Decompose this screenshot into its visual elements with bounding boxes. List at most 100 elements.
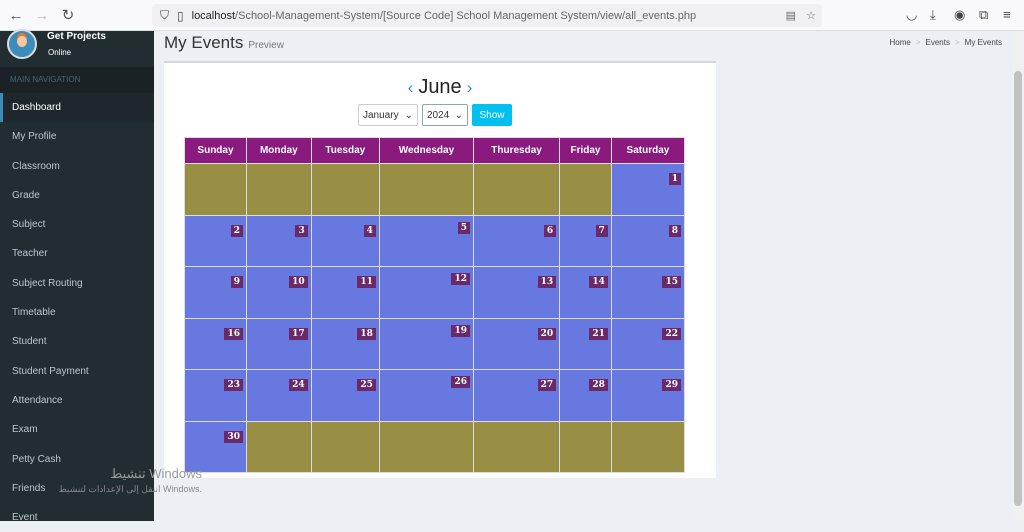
activation-watermark: تنشيط Windows [110,466,202,481]
day-number: 8 [668,224,681,237]
day-number: 29 [662,379,681,391]
day-cell[interactable]: 5 [378,214,475,267]
day-header-monday: Monday [245,137,312,164]
extensions-icon[interactable]: ⧉ [979,7,988,23]
page-title: My Events Preview [164,33,284,52]
day-cell[interactable]: 18 [310,317,380,370]
calendar-box: ‹ June › January ⌄ 2024 ⌄ Show Sunday Monday T… [164,61,716,478]
day-cell[interactable]: 2 [184,214,247,267]
day-cell[interactable]: 30 [184,420,247,473]
reload-icon[interactable]: ↻ [58,6,78,24]
year-select[interactable]: 2024 ⌄ [422,104,468,126]
day-cell[interactable]: 3 [245,214,312,267]
day-cell[interactable]: 24 [245,369,312,422]
day-cell[interactable]: 7 [559,214,612,267]
sidebar-item-event[interactable]: Event [0,503,154,532]
show-button[interactable]: Show [472,104,512,126]
sidebar-item-subject[interactable]: Subject [0,210,154,239]
day-cell[interactable]: 25 [310,369,380,422]
next-month-button[interactable]: › [467,78,473,97]
day-number: 21 [589,327,608,340]
empty-cell [245,163,312,216]
day-number: 2 [230,224,243,237]
calendar-week: 1 [184,163,686,216]
prev-month-button[interactable]: ‹ [408,78,414,97]
empty-cell [378,163,475,216]
day-cell[interactable]: 23 [184,369,247,422]
day-cell[interactable]: 14 [559,266,612,319]
day-cell[interactable]: 26 [378,369,475,422]
menu-icon[interactable]: ≡ [1003,7,1011,22]
day-cell[interactable]: 27 [472,369,561,422]
month-header: ‹ June › [164,76,716,99]
day-cell[interactable]: 9 [184,266,247,319]
pocket-icon[interactable]: ◡ [906,7,917,23]
day-cell[interactable]: 19 [378,317,475,370]
day-number: 9 [230,276,243,288]
shield-icon: ⛉ [160,8,170,22]
day-cell[interactable]: 28 [559,369,612,422]
scrollbar-thumb[interactable] [1014,71,1022,506]
sidebar-item-exam[interactable]: Exam [0,415,154,444]
day-cell[interactable]: 12 [378,266,475,319]
breadcrumb-events[interactable]: Events [926,38,950,47]
day-cell[interactable]: 13 [472,266,561,319]
sidebar-item-my-profile[interactable]: My Profile [0,122,154,151]
day-header-thuresday: Thuresday [472,137,561,164]
day-number: 16 [224,327,243,340]
calendar-week: 30 [184,420,686,473]
day-number: 10 [289,276,308,288]
sidebar-item-student[interactable]: Student [0,327,154,356]
sidebar-item-classroom[interactable]: Classroom [0,152,154,181]
day-cell[interactable]: 22 [610,317,686,370]
forward-icon[interactable]: → [32,7,52,24]
day-number: 18 [357,327,376,340]
calendar-week: 2 3 4 5 6 7 8 [184,214,686,267]
day-cell[interactable]: 6 [472,214,561,267]
day-number: 13 [537,276,557,288]
day-cell[interactable]: 29 [610,369,686,422]
day-cell[interactable]: 10 [245,266,312,319]
empty-cell [472,163,561,216]
month-select[interactable]: January ⌄ [358,104,418,126]
sidebar-item-student-payment[interactable]: Student Payment [0,357,154,386]
address-bar[interactable]: ⛉ ▯ localhost/School-Management-System/[… [152,4,822,27]
day-cell[interactable]: 11 [310,266,380,319]
reader-icon[interactable]: ▤ [786,9,796,22]
empty-cell [245,420,312,473]
day-cell[interactable]: 4 [310,214,380,267]
day-cell[interactable]: 1 [610,163,686,216]
chevron-down-icon: ⌄ [454,109,463,121]
day-number: 27 [537,379,557,391]
day-cell[interactable]: 15 [610,266,686,319]
empty-cell [559,163,612,216]
day-number: 24 [289,379,308,391]
nav-header: MAIN NAVIGATION [0,67,154,93]
day-number: 17 [289,327,308,340]
day-cell[interactable]: 21 [559,317,612,370]
day-number: 20 [537,327,557,340]
sidebar-item-teacher[interactable]: Teacher [0,239,154,268]
sidebar-item-dashboard[interactable]: Dashboard [0,93,154,123]
star-icon[interactable]: ☆ [806,9,816,22]
sidebar-item-timetable[interactable]: Timetable [0,298,154,327]
sidebar-item-attendance[interactable]: Attendance [0,386,154,415]
account-icon[interactable]: ◉ [954,7,965,23]
download-icon[interactable]: ⤓ [930,7,936,23]
sidebar-item-subject-routing[interactable]: Subject Routing [0,269,154,298]
day-cell[interactable]: 17 [245,317,312,370]
day-number: 3 [295,224,308,237]
day-number: 12 [451,273,470,285]
sidebar-item-grade[interactable]: Grade [0,181,154,210]
scrollbar[interactable] [1012,31,1024,521]
back-icon[interactable]: ← [6,7,26,24]
day-number: 22 [662,327,681,340]
breadcrumb-home[interactable]: Home [890,38,911,47]
calendar-week: 16 17 18 19 20 21 22 [184,317,686,370]
day-number: 7 [595,224,608,237]
day-cell[interactable]: 20 [472,317,561,370]
day-cell[interactable]: 16 [184,317,247,370]
day-number: 26 [451,376,470,388]
day-cell[interactable]: 8 [610,214,686,267]
empty-cell [310,420,380,473]
